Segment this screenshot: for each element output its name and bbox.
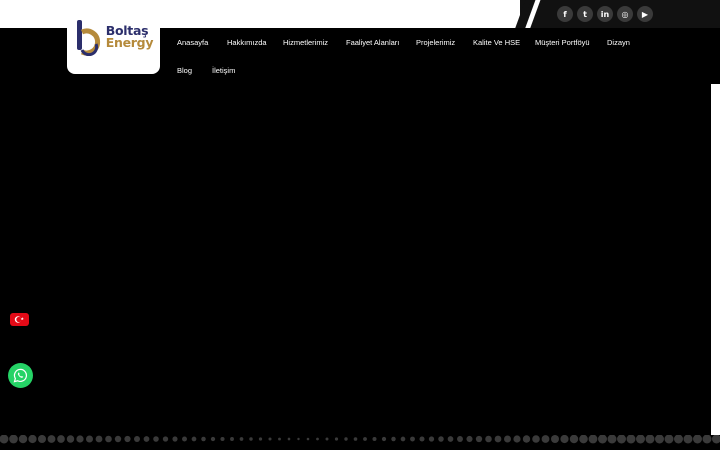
nav-item-dizayn[interactable]: Dizayn: [607, 38, 630, 47]
nav-item-hakkimizda[interactable]: Hakkımızda: [227, 38, 267, 47]
nav-item-faaliyet-alanlari[interactable]: Faaliyet Alanları: [346, 38, 399, 47]
whatsapp-icon[interactable]: [8, 363, 33, 388]
nav-item-hizmetlerimiz[interactable]: Hizmetlerimiz: [283, 38, 328, 47]
site-logo[interactable]: Boltaş Energy: [67, 0, 160, 74]
youtube-icon[interactable]: ▶: [637, 6, 653, 22]
nav-item-kalite-hse[interactable]: Kalite Ve HSE: [473, 38, 520, 47]
nav-item-projelerimiz[interactable]: Projelerimiz: [416, 38, 455, 47]
whatsapp-glyph-icon: [13, 368, 28, 383]
logo-wordmark: Boltaş Energy: [105, 24, 154, 50]
crescent-star-icon: [14, 316, 24, 323]
social-links: f t in ◎ ▶: [557, 6, 653, 22]
logo-mark-icon: [76, 20, 100, 56]
twitter-icon[interactable]: t: [577, 6, 593, 22]
facebook-icon[interactable]: f: [557, 6, 573, 22]
hero-slider: [1, 84, 711, 435]
turkish-flag-icon[interactable]: [10, 313, 29, 326]
nav-item-iletisim[interactable]: İletişim: [212, 66, 235, 75]
page-edge: [711, 84, 720, 435]
linkedin-icon[interactable]: in: [597, 6, 613, 22]
nav-item-anasayfa[interactable]: Anasayfa: [177, 38, 208, 47]
logo-text-line2: Energy: [105, 35, 154, 50]
nav-item-musteri-portfoyu[interactable]: Müşteri Portföyü: [535, 38, 590, 47]
dot-pattern-divider: [0, 435, 720, 444]
instagram-icon[interactable]: ◎: [617, 6, 633, 22]
nav-item-blog[interactable]: Blog: [177, 66, 192, 75]
